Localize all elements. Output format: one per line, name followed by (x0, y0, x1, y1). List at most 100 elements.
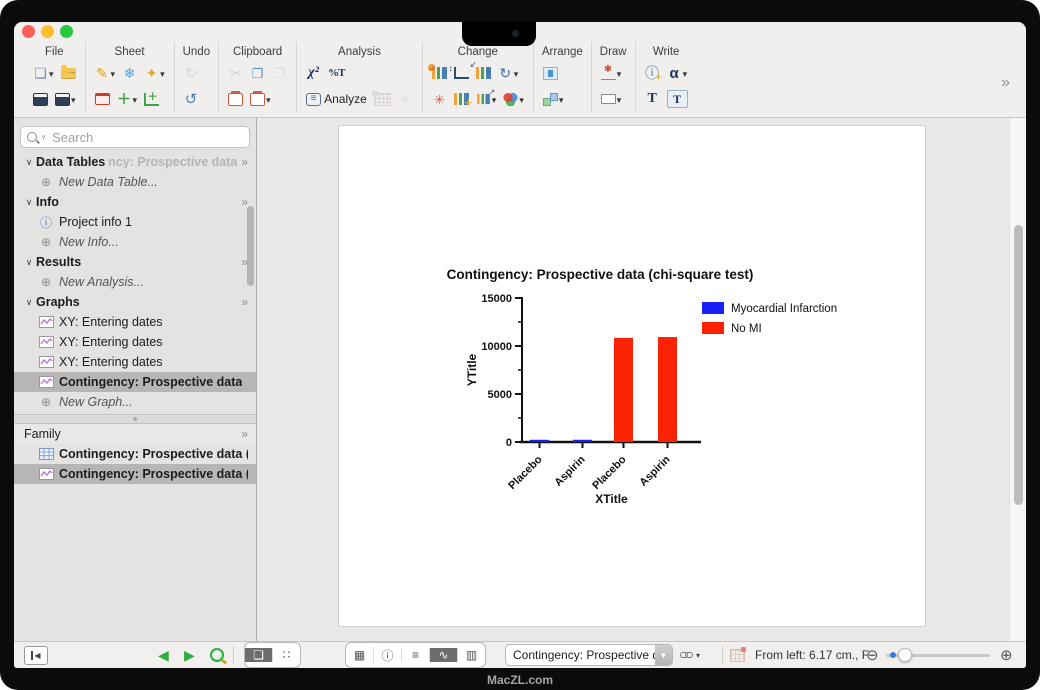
add-graph-button[interactable] (143, 93, 160, 106)
sidebar-item-contingency-prospective-data-c[interactable]: Contingency: Prospective data (c (14, 464, 256, 484)
toolbar-row (305, 60, 345, 86)
magic-wand-button[interactable] (431, 91, 448, 107)
sidebar-item-new-graph[interactable]: ⊕New Graph... (14, 392, 256, 412)
graph-page[interactable]: Contingency: Prospective data (chi-squar… (338, 125, 926, 627)
canvas-scrollbar-track[interactable] (1009, 118, 1026, 642)
bar-placebo-myocardial-infarction[interactable] (530, 440, 549, 442)
copy-button[interactable] (249, 65, 266, 81)
copy-icon (250, 65, 265, 81)
zoom-slider-track[interactable] (886, 654, 990, 657)
table-icon (38, 448, 54, 460)
sidebar-item-contingency-prospective-data[interactable]: Contingency: Prospective data (14, 372, 256, 392)
graph-format-button[interactable] (475, 67, 492, 79)
bar-aspirin-myocardial-infarction[interactable] (573, 440, 592, 442)
rotate-button[interactable] (497, 64, 520, 82)
sidebar-scrollbar-thumb[interactable] (247, 206, 254, 286)
info-view-button[interactable]: ⓘ (373, 647, 401, 664)
text-plain-button[interactable] (644, 91, 661, 107)
table-view-button[interactable]: ▦ (346, 648, 373, 662)
save-as-button[interactable] (54, 90, 77, 108)
back-button[interactable]: ◀ (158, 642, 169, 668)
add-data-button[interactable] (453, 93, 470, 105)
layout-view-button[interactable]: ▥ (457, 648, 485, 662)
zoom-slider[interactable] (886, 642, 990, 668)
zoom-out-button[interactable]: ⊖ (866, 642, 879, 668)
sidebar-item-xy-entering-dates[interactable]: XY: Entering dates (14, 312, 256, 332)
highlight-button[interactable] (94, 64, 117, 82)
zoom-window-button[interactable] (60, 25, 73, 38)
graph-type-icon (432, 67, 447, 79)
bar-aspirin-no-mi[interactable] (658, 337, 677, 442)
percent-t-button[interactable] (327, 65, 345, 81)
section-more-icon[interactable]: » (241, 255, 248, 269)
delete-sheet-button[interactable] (94, 93, 111, 105)
new-sheet-button[interactable] (116, 90, 139, 108)
chi-square-button[interactable] (305, 65, 322, 81)
section-more-icon[interactable]: » (241, 295, 248, 309)
undo-button[interactable] (183, 91, 200, 107)
sidebar-item-project-info-1[interactable]: ⓘProject info 1 (14, 212, 256, 232)
graph-view-button[interactable]: ∿ (429, 648, 457, 662)
draw-line-button[interactable] (600, 64, 623, 82)
pane-splitter[interactable] (14, 414, 256, 424)
forward-button[interactable]: ▶ (184, 642, 195, 668)
color-scheme-button[interactable] (502, 90, 525, 108)
sheet-selector-dropdown[interactable]: Contingency: Prospective da ▼ (505, 642, 673, 668)
linked-sheets-button[interactable]: ▾ (680, 642, 700, 668)
bar-placebo-no-mi[interactable] (614, 338, 633, 442)
save-button[interactable] (32, 93, 49, 106)
sidebar-item-new-analysis[interactable]: ⊕New Analysis... (14, 272, 256, 292)
section-more-icon[interactable]: » (241, 155, 248, 169)
info-add-button[interactable] (644, 65, 661, 81)
section-header-graphs[interactable]: ∨Graphs» (14, 292, 256, 312)
collapse-sidebar-button[interactable]: ◀ (24, 642, 48, 668)
sidebar-item-xy-entering-dates[interactable]: XY: Entering dates (14, 352, 256, 372)
align-button[interactable] (542, 67, 559, 80)
sidebar-item-contingency-prospective-data-c[interactable]: Contingency: Prospective data (c (14, 444, 256, 464)
sidebar-item-new-info[interactable]: ⊕New Info... (14, 232, 256, 252)
new-family-sheet-button[interactable] (730, 642, 745, 668)
paste-button[interactable] (227, 93, 244, 106)
graph-small-button[interactable] (475, 90, 498, 108)
new-document-button[interactable] (32, 64, 55, 82)
section-header-results[interactable]: ∨Results» (14, 252, 256, 272)
toolbar-overflow-chevron-icon[interactable]: » (1001, 74, 1010, 92)
paste-menu-button[interactable] (249, 90, 272, 108)
axes-button[interactable] (453, 67, 470, 79)
toolbar-row (600, 86, 623, 112)
find-related-button[interactable] (210, 642, 224, 668)
pin-button[interactable] (143, 64, 166, 82)
sidebar-item-xy-entering-dates[interactable]: XY: Entering dates (14, 332, 256, 352)
section-header-data-tables[interactable]: Contingency: Prospective data∨Data Table… (14, 152, 256, 172)
paste-special-icon (272, 65, 287, 81)
alpha-button[interactable] (666, 64, 689, 82)
zoom-in-button[interactable]: ⊕ (1000, 642, 1013, 668)
analyze-button[interactable]: Analyze (305, 92, 368, 106)
section-label: Results (36, 255, 85, 269)
section-header-info[interactable]: ∨Info» (14, 192, 256, 212)
text-boxed-button[interactable] (666, 90, 689, 108)
search-field[interactable]: ∨ (20, 126, 250, 148)
minimize-window-button[interactable] (41, 25, 54, 38)
section-more-icon[interactable]: » (241, 195, 248, 209)
gallery-view-button[interactable]: ∷ (272, 648, 300, 662)
dropdown-caret-icon (519, 90, 524, 108)
divider (233, 646, 234, 664)
graph-canvas: Contingency: Prospective data (chi-squar… (257, 118, 1026, 642)
graph-type-button[interactable] (431, 67, 448, 79)
open-folder-button[interactable] (60, 68, 77, 79)
sidebar-item-new-data-table[interactable]: ⊕New Data Table... (14, 172, 256, 192)
contingency-chart[interactable]: Contingency: Prospective data (chi-squar… (439, 263, 879, 642)
y-axis-title: YTitle (465, 353, 479, 386)
close-window-button[interactable] (22, 25, 35, 38)
results-view-button[interactable]: ≡ (401, 648, 429, 662)
single-page-view-button[interactable]: ❏ (245, 648, 272, 662)
family-header[interactable]: Family» (14, 424, 256, 444)
family-more-icon[interactable]: » (241, 427, 248, 441)
freeze-button[interactable] (121, 65, 138, 81)
search-input[interactable] (50, 129, 243, 146)
zoom-slider-thumb[interactable] (898, 648, 912, 662)
draw-rect-button[interactable] (600, 90, 623, 108)
canvas-scrollbar-thumb[interactable] (1014, 225, 1023, 505)
arrange-shapes-button[interactable] (542, 90, 565, 108)
